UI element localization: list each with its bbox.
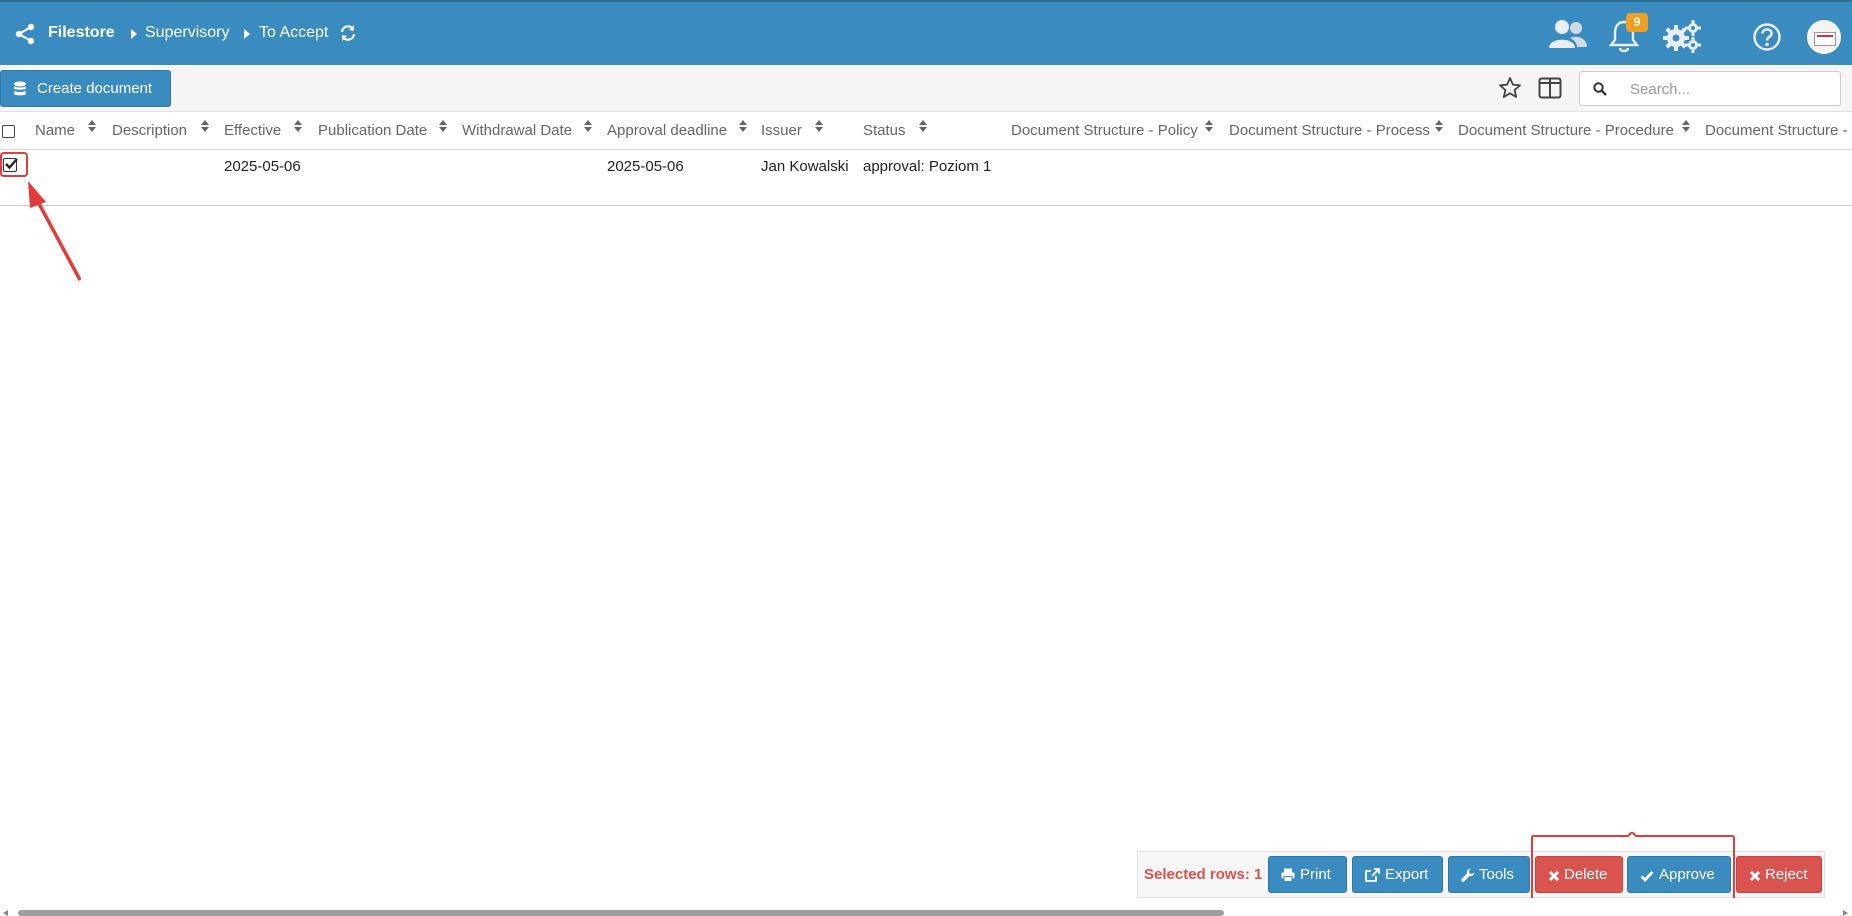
breadcrumb-separator-icon: [131, 29, 137, 39]
column-header-effective[interactable]: Effective: [224, 122, 281, 139]
horizontal-scrollbar[interactable]: [18, 910, 1224, 916]
avatar[interactable]: [1807, 20, 1841, 54]
selected-rows-count: Selected rows: 1: [1144, 866, 1263, 883]
sort-icon[interactable]: [1205, 120, 1213, 134]
print-icon: [1281, 868, 1295, 882]
list-toolbar: Create document: [0, 65, 1852, 112]
refresh-icon[interactable]: [339, 24, 357, 42]
create-document-button[interactable]: Create document: [0, 70, 171, 107]
cell-issuer: Jan Kowalski: [761, 158, 849, 175]
reject-button[interactable]: Reject: [1736, 856, 1822, 893]
cell-effective: 2025-05-06: [224, 158, 301, 175]
create-document-label: Create document: [37, 80, 153, 97]
share-nodes-icon[interactable]: [13, 22, 37, 46]
column-header-withdrawal-date[interactable]: Withdrawal Date: [462, 122, 572, 139]
notification-badge: 9: [1626, 13, 1648, 32]
sort-icon[interactable]: [815, 120, 823, 134]
table-header: Name Description Effective Publication D…: [0, 112, 1852, 150]
export-button[interactable]: Export: [1352, 856, 1443, 893]
search-box: [1579, 71, 1841, 106]
sort-icon[interactable]: [88, 120, 96, 134]
column-header-description[interactable]: Description: [112, 122, 187, 139]
scroll-right-arrow-icon[interactable]: [1843, 910, 1848, 916]
column-header-approval-deadline[interactable]: Approval deadline: [607, 122, 727, 139]
column-header-status[interactable]: Status: [863, 122, 906, 139]
column-header-publication-date[interactable]: Publication Date: [318, 122, 427, 139]
reject-label: Reject: [1765, 866, 1808, 883]
scroll-left-arrow-icon[interactable]: [3, 910, 8, 916]
column-header-process[interactable]: Document Structure - Process: [1229, 122, 1430, 139]
print-button[interactable]: Print: [1268, 856, 1347, 893]
breadcrumb-separator-icon: [244, 29, 250, 39]
sort-icon[interactable]: [739, 120, 747, 134]
database-icon: [14, 81, 26, 96]
sort-icon[interactable]: [294, 120, 302, 134]
columns-icon[interactable]: [1538, 77, 1562, 99]
sort-icon[interactable]: [1682, 120, 1690, 134]
search-input[interactable]: [1630, 78, 1830, 100]
checkbox-highlight-box: [0, 152, 28, 177]
action-highlight-box: [1531, 832, 1735, 898]
sort-icon[interactable]: [584, 120, 592, 134]
column-header-procedure[interactable]: Document Structure - Procedure: [1458, 122, 1674, 139]
sort-icon[interactable]: [201, 120, 209, 134]
column-header-policy[interactable]: Document Structure - Policy: [1011, 122, 1198, 139]
breadcrumb-to-accept[interactable]: To Accept: [259, 24, 328, 42]
tools-button[interactable]: Tools: [1448, 856, 1530, 893]
print-label: Print: [1300, 866, 1331, 883]
export-icon: [1365, 868, 1380, 882]
wrench-icon: [1461, 868, 1475, 882]
column-header-issuer[interactable]: Issuer: [761, 122, 802, 139]
tools-label: Tools: [1479, 866, 1515, 883]
help-icon[interactable]: [1752, 22, 1782, 52]
star-icon[interactable]: [1498, 76, 1522, 100]
sort-icon[interactable]: [1435, 120, 1443, 134]
table-row[interactable]: 2025-05-06 2025-05-06 Jan Kowalski appro…: [0, 150, 1852, 206]
select-all-checkbox[interactable]: [2, 125, 15, 138]
sort-icon[interactable]: [439, 120, 447, 134]
column-header-name[interactable]: Name: [35, 122, 75, 139]
top-navbar: Filestore Supervisory To Accept 9: [0, 0, 1852, 65]
export-label: Export: [1385, 866, 1429, 883]
breadcrumb-supervisory[interactable]: Supervisory: [145, 24, 229, 42]
cell-approval-deadline: 2025-05-06: [607, 158, 684, 175]
search-icon: [1593, 82, 1607, 96]
breadcrumb-brand[interactable]: Filestore: [48, 24, 115, 42]
column-header-document-structure-i[interactable]: Document Structure - I: [1705, 122, 1852, 139]
annotation-arrow-icon: [28, 181, 82, 281]
sort-icon[interactable]: [919, 120, 927, 134]
gears-icon[interactable]: [1662, 19, 1702, 53]
users-icon[interactable]: [1548, 18, 1588, 50]
close-icon: [1749, 870, 1761, 882]
cell-status: approval: Poziom 1: [863, 158, 992, 175]
